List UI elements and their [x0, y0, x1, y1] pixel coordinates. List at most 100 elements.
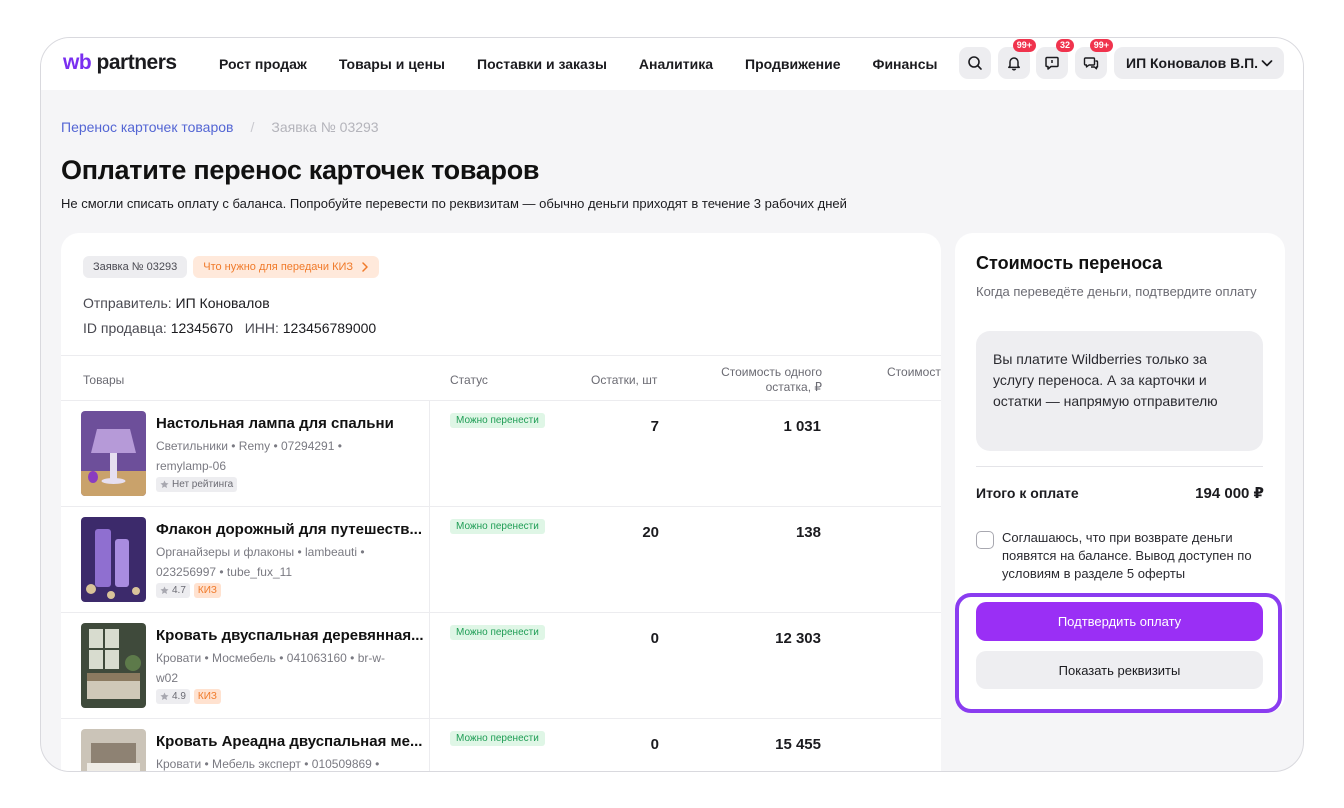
seller-id-label: ID продавца:: [83, 320, 167, 336]
page-title: Оплатите перенос карточек товаров: [61, 155, 540, 185]
chevron-right-icon: [362, 262, 368, 272]
column-divider: [429, 507, 430, 612]
summary-subtitle: Когда переведёте деньги, подтвердите опл…: [976, 284, 1257, 299]
show-details-button[interactable]: Показать реквизиты: [976, 651, 1263, 689]
agree-row: Соглашаюсь, что при возврате деньги появ…: [976, 529, 1262, 583]
request-details-card: Заявка № 03293 Что нужно для передачи КИ…: [61, 233, 941, 771]
sender-value: ИП Коновалов: [175, 295, 270, 311]
page-subtitle: Не смогли списать оплату с баланса. Попр…: [61, 196, 847, 211]
sender-info: Отправитель: ИП Коновалов: [83, 295, 270, 311]
kiz-badge: КИЗ: [193, 583, 221, 598]
col-header-stock: Остатки, шт: [591, 373, 658, 387]
payment-info-box: Вы платите Wildberries только за услугу …: [976, 331, 1263, 451]
nav-item-finance[interactable]: Финансы: [873, 56, 938, 72]
nav-item-analytics[interactable]: Аналитика: [639, 56, 713, 72]
feedback-icon: [1045, 56, 1059, 70]
main-nav: Рост продаж Товары и цены Поставки и зак…: [219, 38, 970, 90]
agree-checkbox[interactable]: [976, 531, 994, 549]
bed-image: [81, 623, 146, 708]
wb-partners-logo[interactable]: wb partners: [63, 51, 177, 75]
kiz-info-label: Что нужно для передачи КИЗ: [203, 261, 354, 273]
column-divider: [429, 613, 430, 718]
total-label: Итого к оплате: [976, 485, 1079, 501]
rating-chip: Нет рейтинга: [156, 477, 238, 492]
product-name[interactable]: Настольная лампа для спальни: [156, 415, 394, 432]
notifications-badge: 99+: [1012, 39, 1036, 52]
chat-button[interactable]: 99+: [1075, 39, 1113, 79]
nav-item-supplies-orders[interactable]: Поставки и заказы: [477, 56, 607, 72]
rating-value: Нет рейтинга: [172, 479, 234, 490]
unit-cost: 12 303: [775, 630, 821, 647]
lamp-image: [81, 411, 146, 496]
feedback-button[interactable]: 32: [1036, 39, 1074, 79]
stock-qty: 0: [650, 736, 659, 753]
chat-icon: [1083, 57, 1099, 70]
logo-partners: partners: [96, 51, 178, 74]
kiz-info-link[interactable]: Что нужно для передачи КИЗ: [193, 256, 380, 278]
product-meta: Кровати • Мосмебель • 041063160 • br-w-w…: [156, 651, 386, 685]
bottle-image: [81, 517, 146, 602]
product-name[interactable]: Флакон дорожный для путешеств...: [156, 521, 422, 538]
account-name: ИП Коновалов В.П.: [1126, 55, 1259, 71]
payment-summary-card: Стоимость переноса Когда переведёте день…: [955, 233, 1285, 713]
product-name[interactable]: Кровать двуспальная деревянная...: [156, 627, 424, 644]
product-thumbnail-lamp: [81, 411, 146, 496]
table-row[interactable]: Флакон дорожный для путешеств... Органай…: [61, 507, 941, 613]
product-meta: Органайзеры и флаконы • lambeauti • 0232…: [156, 545, 365, 579]
breadcrumb-separator: /: [250, 119, 255, 135]
nav-item-goods-prices[interactable]: Товары и цены: [339, 56, 445, 72]
seller-id-value: 12345670: [170, 320, 234, 336]
stock-qty: 7: [650, 418, 659, 435]
rating-value: 4.7: [172, 585, 186, 596]
stock-qty: 0: [650, 630, 659, 647]
confirm-payment-button[interactable]: Подтвердить оплату: [976, 602, 1263, 641]
status-badge: Можно перенести: [450, 625, 545, 640]
star-icon: [160, 586, 169, 595]
chat-badge: 99+: [1089, 39, 1113, 52]
col-header-goods: Товары: [83, 373, 125, 387]
unit-cost: 138: [795, 524, 821, 541]
logo-wb: wb: [63, 51, 92, 74]
col-header-total-cost: Стоимость остатков: [887, 365, 941, 379]
request-tags: Заявка № 03293 Что нужно для передачи КИ…: [83, 256, 380, 278]
search-button[interactable]: [959, 47, 991, 79]
unit-cost: 1 031: [783, 418, 821, 435]
request-number-tag: Заявка № 03293: [83, 256, 188, 278]
status-badge: Можно перенести: [450, 519, 545, 534]
nav-item-sales-growth[interactable]: Рост продаж: [219, 56, 307, 72]
table-top-divider: [61, 355, 941, 356]
search-icon: [968, 56, 982, 70]
product-rating: 4.7 КИЗ: [156, 583, 221, 598]
account-menu[interactable]: ИП Коновалов В.П.: [1114, 47, 1284, 79]
star-icon: [160, 692, 169, 701]
product-meta: Кровати • Мебель эксперт • 010509869 •: [156, 757, 380, 771]
breadcrumb-current: Заявка № 03293: [271, 119, 379, 135]
status-badge: Можно перенести: [450, 731, 545, 746]
product-rating: Нет рейтинга: [156, 477, 238, 492]
table-row[interactable]: Кровать двуспальная деревянная... Кроват…: [61, 613, 941, 719]
breadcrumb-parent-link[interactable]: Перенос карточек товаров: [61, 119, 233, 135]
product-name[interactable]: Кровать Ареадна двуспальная ме...: [156, 733, 422, 750]
summary-divider: [976, 466, 1263, 467]
notifications-button[interactable]: 99+: [998, 39, 1036, 79]
product-rating: 4.9 КИЗ: [156, 689, 221, 704]
inn-value: 123456789000: [282, 320, 377, 336]
rating-value: 4.9: [172, 691, 186, 702]
nav-item-promotion[interactable]: Продвижение: [745, 56, 840, 72]
product-thumbnail-bottle: [81, 517, 146, 602]
column-divider: [429, 401, 430, 506]
agree-text: Соглашаюсь, что при возврате деньги появ…: [1002, 530, 1252, 581]
product-meta: Светильники • Remy • 07294291 • remylamp…: [156, 439, 342, 473]
seller-ids: ID продавца: 12345670 ИНН: 123456789000: [83, 320, 376, 336]
total-value: 194 000 ₽: [1195, 485, 1264, 502]
table-row[interactable]: Настольная лампа для спальни Светильники…: [61, 401, 941, 507]
bell-icon: [1008, 57, 1020, 71]
table-row[interactable]: Кровать Ареадна двуспальная ме... Кроват…: [61, 719, 941, 771]
rating-chip: 4.9: [156, 689, 190, 704]
summary-title: Стоимость переноса: [976, 253, 1163, 273]
chevron-down-icon: [1261, 60, 1273, 67]
bed-image: [81, 729, 146, 771]
top-navigation-bar: wb partners Рост продаж Товары и цены По…: [41, 38, 1303, 90]
breadcrumb: Перенос карточек товаров / Заявка № 0329…: [61, 119, 379, 135]
star-icon: [160, 480, 169, 489]
